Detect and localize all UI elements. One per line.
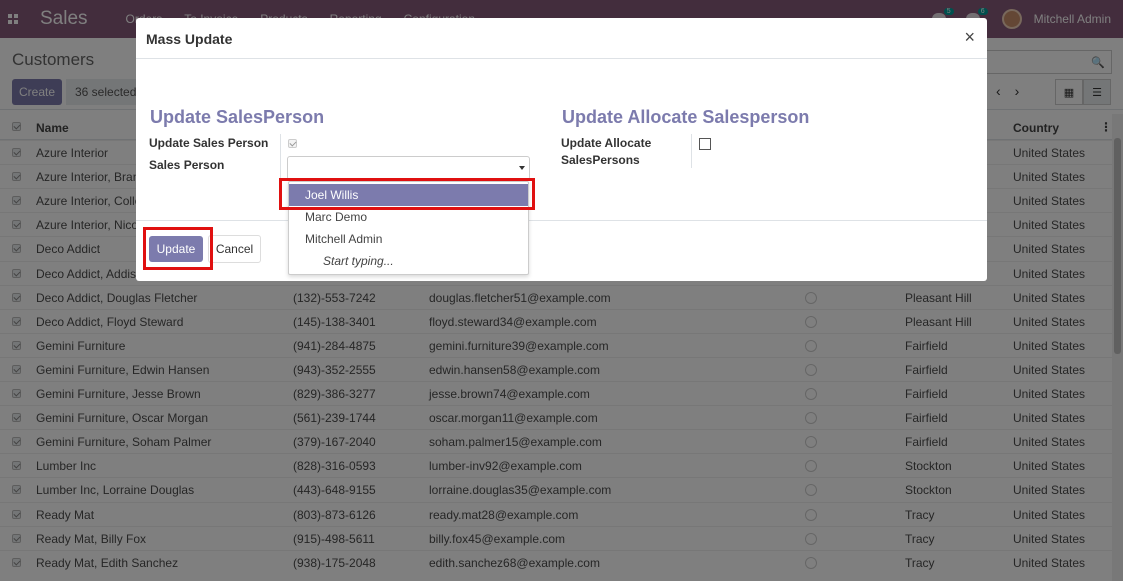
chevron-down-icon[interactable] (519, 166, 525, 170)
update-allocate-label-line2: SalesPersons (561, 153, 640, 167)
update-sales-person-label: Update Sales Person (149, 136, 269, 150)
update-sales-person-checkbox[interactable] (288, 139, 297, 148)
highlight-box-update-button (143, 227, 213, 270)
mass-update-dialog: Mass Update × Update SalesPerson Update … (136, 18, 987, 281)
section-title-update-salesperson: Update SalesPerson (150, 107, 325, 127)
dropdown-start-typing: Start typing... (289, 250, 528, 272)
cancel-button[interactable]: Cancel (208, 235, 261, 263)
section-title-update-allocate: Update Allocate Salesperson (562, 107, 810, 127)
dropdown-option-mitchell-admin[interactable]: Mitchell Admin (289, 228, 528, 250)
highlight-box-joel-willis (279, 178, 535, 210)
sales-person-label: Sales Person (149, 158, 225, 172)
dropdown-option-label: Mitchell Admin (305, 232, 383, 246)
update-allocate-checkbox[interactable] (699, 138, 711, 150)
modal-title: Mass Update (146, 31, 233, 47)
field-divider-right (691, 134, 692, 168)
modal-header: Mass Update × (136, 18, 987, 59)
dropdown-hint-label: Start typing... (323, 254, 394, 268)
dropdown-option-label: Marc Demo (305, 210, 368, 224)
update-allocate-label-line1: Update Allocate (561, 136, 652, 150)
close-icon[interactable]: × (964, 27, 975, 48)
modal-footer-divider (136, 220, 987, 221)
sales-person-select[interactable] (287, 156, 530, 180)
